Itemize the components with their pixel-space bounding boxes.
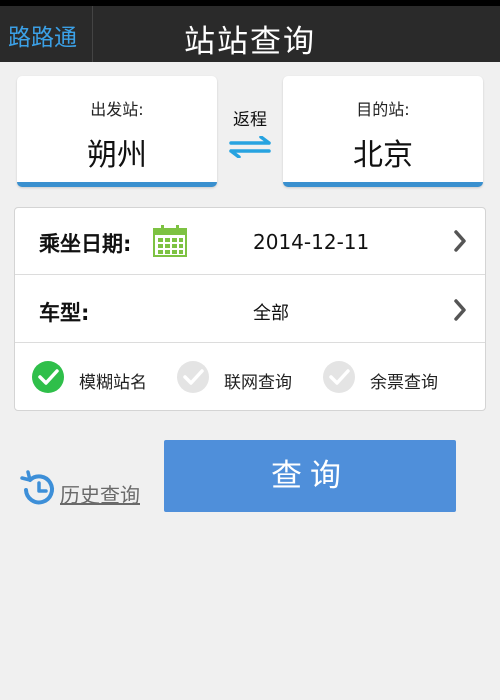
train-type-value: 全部 [253,303,289,324]
date-value: 2014-12-11 [253,230,370,254]
online-query-label: 联网查询 [224,373,292,393]
date-label: 乘坐日期: [39,232,132,256]
unchecked-icon [176,360,210,398]
departure-value: 朔州 [87,138,147,173]
calendar-icon[interactable] [153,225,187,261]
destination-label: 目的站: [356,100,410,119]
top-bar: 路路通 站站查询 [0,0,500,62]
destination-station-card[interactable]: 目的站: 北京 [283,76,483,187]
return-label: 返程 [233,110,267,130]
remaining-tickets-label: 余票查询 [370,373,438,393]
date-row[interactable]: 乘坐日期: 2014-12-11 [15,208,485,275]
unchecked-icon [322,360,356,398]
fuzzy-station-label: 模糊站名 [79,373,147,393]
history-clock-icon [18,470,58,514]
return-swap[interactable]: 返程 [218,105,282,162]
history-label[interactable]: 历史查询 [60,479,140,508]
destination-value: 北京 [353,138,413,173]
train-type-row[interactable]: 车型: 全部 [15,275,485,343]
swap-arrows-icon[interactable] [218,135,282,162]
chevron-right-icon[interactable] [453,230,467,256]
query-button[interactable]: 查询 [164,440,456,512]
train-type-label: 车型: [39,301,90,325]
chevron-right-icon[interactable] [453,299,467,325]
departure-label: 出发站: [90,100,144,119]
page-title: 站站查询 [184,24,316,60]
departure-station-card[interactable]: 出发站: 朔州 [17,76,217,187]
history-link[interactable]: 历史查询 [18,470,140,514]
query-options-panel: 乘坐日期: 2014-12-11 车型: 全部 模糊站名 联网查询 余票查询 [14,207,486,411]
checked-icon [31,360,65,398]
